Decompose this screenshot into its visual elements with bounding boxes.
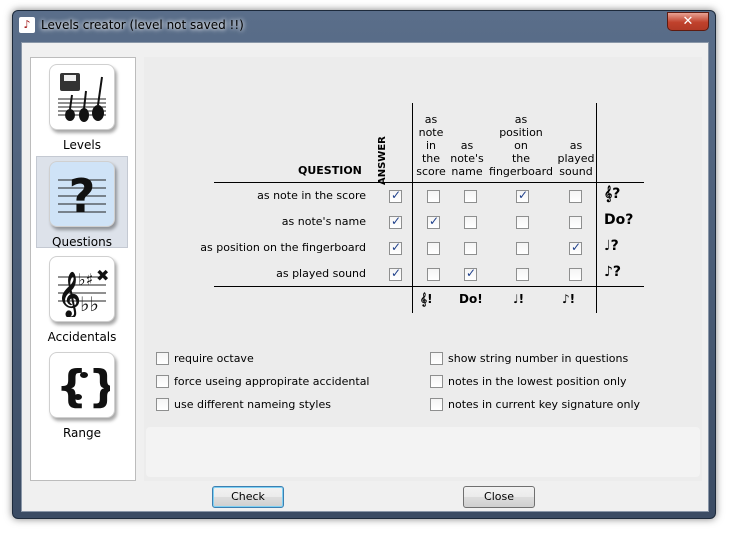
checkbox[interactable] — [156, 375, 169, 388]
window-title: Levels creator (level not saved !!) — [41, 18, 244, 32]
answer-header: ANSWER — [377, 136, 388, 185]
option-label: notes in the lowest position only — [448, 375, 627, 388]
option-label: force useing appropirate accidental — [174, 375, 370, 388]
fingerboard-answer-icon: ♩! — [513, 292, 525, 306]
cell-checkbox-2-4[interactable] — [569, 216, 582, 229]
name-answer-icon: Do! — [459, 292, 483, 306]
accidentals-icon: 𝄞 ♭♯ ♭♭ ✖ — [49, 256, 115, 322]
answer-checkbox-row-3[interactable] — [389, 240, 402, 255]
sidebar-item-label: Accidentals — [47, 330, 117, 344]
cell-checkbox-1-1[interactable] — [427, 190, 440, 203]
svg-text:?: ? — [69, 169, 96, 222]
sidebar-item-accidentals[interactable]: 𝄞 ♭♯ ♭♭ ✖ Accidentals — [36, 252, 128, 344]
sound-answer-icon: ♪! — [562, 292, 576, 306]
row-label-played-sound: as played sound — [276, 267, 366, 280]
score-preview-area — [146, 427, 700, 477]
question-icon: ? — [49, 161, 115, 227]
row-label-note-name: as note's name — [281, 215, 366, 228]
score-question-icon: 𝄞? — [604, 186, 621, 202]
cell-checkbox-3-2[interactable] — [464, 242, 477, 255]
column-header-note-in-score: as note in the score — [416, 113, 446, 178]
option-force-accidental[interactable]: force useing appropirate accidental — [156, 375, 370, 388]
cell-checkbox-3-4[interactable] — [569, 240, 582, 255]
svg-text:✖: ✖ — [96, 266, 109, 285]
column-header-played-sound: as played sound — [557, 139, 595, 178]
checkbox[interactable] — [156, 352, 169, 365]
questions-panel: QUESTION ANSWER as note in the score as … — [144, 57, 702, 481]
sidebar-item-range[interactable]: { } Range — [36, 348, 128, 440]
svg-text:}: } — [88, 361, 110, 412]
column-header-note-name: as note's name — [450, 139, 484, 178]
range-icon: { } — [49, 352, 115, 418]
cell-checkbox-1-2[interactable] — [464, 190, 477, 203]
sidebar-item-label: Range — [62, 426, 102, 440]
option-label: notes in current key signature only — [448, 398, 641, 411]
option-require-octave[interactable]: require octave — [156, 352, 254, 365]
question-header: QUESTION — [298, 164, 362, 177]
guitars-icon — [49, 64, 115, 130]
svg-text:♭♭: ♭♭ — [80, 292, 99, 316]
checkbox[interactable] — [430, 375, 443, 388]
name-question-icon: Do? — [604, 212, 634, 228]
option-different-naming[interactable]: use different nameing styles — [156, 398, 331, 411]
option-lowest-position[interactable]: notes in the lowest position only — [430, 375, 627, 388]
close-button[interactable]: Close — [463, 486, 535, 508]
cell-checkbox-2-1[interactable] — [427, 214, 440, 229]
app-icon: ♪ — [19, 17, 35, 33]
table-footer-divider — [214, 286, 644, 287]
answer-checkbox-row-2[interactable] — [389, 214, 402, 229]
cell-checkbox-3-3[interactable] — [516, 242, 529, 255]
title-bar[interactable]: ♪ Levels creator (level not saved !!) ✕ — [13, 11, 715, 41]
table-header-divider — [214, 182, 644, 183]
window-client-area: Levels ? Questions 𝄞 ♭♯ ♭♭ ✖ Accidentals… — [21, 42, 709, 512]
cell-checkbox-1-3[interactable] — [516, 188, 529, 203]
checkbox[interactable] — [430, 352, 443, 365]
cell-checkbox-4-4[interactable] — [569, 268, 582, 281]
svg-text:{: { — [56, 361, 87, 412]
cell-checkbox-2-2[interactable] — [464, 216, 477, 229]
option-label: use different nameing styles — [174, 398, 331, 411]
table-icon-divider — [596, 103, 597, 313]
sidebar: Levels ? Questions 𝄞 ♭♯ ♭♭ ✖ Accidentals… — [30, 57, 136, 481]
table-answer-divider — [412, 103, 413, 313]
sidebar-item-label: Questions — [52, 235, 112, 249]
sidebar-item-questions[interactable]: ? Questions — [36, 156, 128, 249]
option-label: show string number in questions — [448, 352, 629, 365]
cell-checkbox-2-3[interactable] — [516, 216, 529, 229]
option-show-string-number[interactable]: show string number in questions — [430, 352, 628, 365]
cell-checkbox-3-1[interactable] — [427, 242, 440, 255]
fingerboard-question-icon: ♩? — [604, 238, 619, 254]
levels-creator-window: ♪ Levels creator (level not saved !!) ✕ — [12, 10, 716, 519]
row-label-note-in-score: as note in the score — [257, 189, 366, 202]
cell-checkbox-1-4[interactable] — [569, 190, 582, 203]
svg-text:♭♯: ♭♯ — [78, 270, 93, 289]
column-header-fingerboard: as position on the fingerboard — [489, 113, 553, 178]
cell-checkbox-4-3[interactable] — [516, 268, 529, 281]
checkbox[interactable] — [430, 398, 443, 411]
option-key-signature[interactable]: notes in current key signature only — [430, 398, 640, 411]
checkbox[interactable] — [156, 398, 169, 411]
score-answer-icon: 𝄞! — [420, 292, 433, 306]
option-label: require octave — [174, 352, 254, 365]
answer-checkbox-row-4[interactable] — [389, 266, 402, 281]
row-label-fingerboard: as position on the fingerboard — [200, 241, 366, 254]
answer-checkbox-row-1[interactable] — [389, 188, 402, 203]
window-close-button[interactable]: ✕ — [667, 12, 709, 31]
cell-checkbox-4-1[interactable] — [427, 268, 440, 281]
sidebar-item-levels[interactable]: Levels — [36, 60, 128, 152]
cell-checkbox-4-2[interactable] — [464, 266, 477, 281]
check-button[interactable]: Check — [212, 486, 284, 508]
sidebar-item-label: Levels — [63, 138, 101, 152]
sound-question-icon: ♪? — [604, 264, 622, 280]
